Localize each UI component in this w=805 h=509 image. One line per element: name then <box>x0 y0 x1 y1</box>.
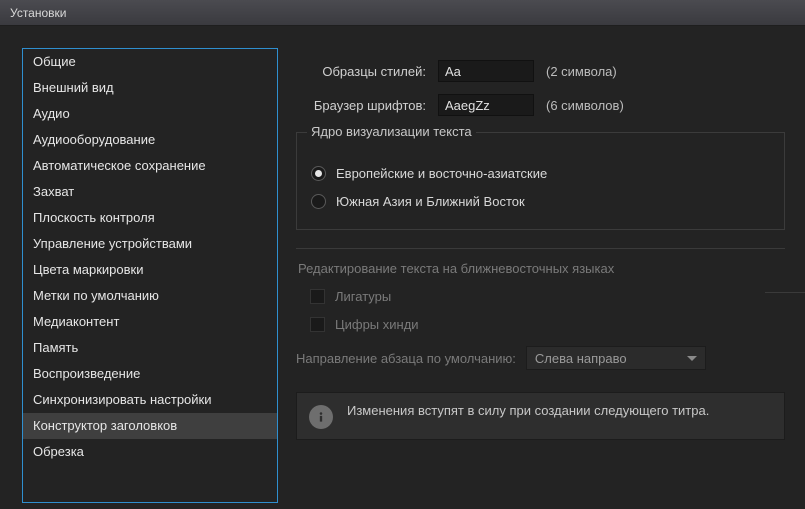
sidebar-item[interactable]: Память <box>23 335 277 361</box>
info-icon <box>309 405 333 429</box>
render-core-option-label: Южная Азия и Ближний Восток <box>336 194 525 209</box>
render-core-option-label: Европейские и восточно-азиатские <box>336 166 547 181</box>
render-core-title: Ядро визуализации текста <box>307 124 476 139</box>
sidebar-item[interactable]: Цвета маркировки <box>23 257 277 283</box>
sidebar-item[interactable]: Общие <box>23 49 277 75</box>
style-samples-row: Образцы стилей: (2 символа) <box>296 54 785 88</box>
paragraph-direction-dropdown[interactable]: Слева направо <box>526 346 706 370</box>
radio-icon <box>311 166 326 181</box>
sidebar-item[interactable]: Автоматическое сохранение <box>23 153 277 179</box>
font-browser-label: Браузер шрифтов: <box>296 98 426 113</box>
ligatures-label: Лигатуры <box>335 289 391 304</box>
paragraph-direction-row: Направление абзаца по умолчанию: Слева н… <box>296 346 785 370</box>
checkbox-icon <box>310 317 325 332</box>
body: ОбщиеВнешний видАудиоАудиооборудованиеАв… <box>0 26 805 509</box>
category-sidebar: ОбщиеВнешний видАудиоАудиооборудованиеАв… <box>22 48 278 503</box>
sidebar-item[interactable]: Синхронизировать настройки <box>23 387 277 413</box>
divider <box>765 292 805 293</box>
font-browser-input[interactable] <box>438 94 534 116</box>
sidebar-item[interactable]: Внешний вид <box>23 75 277 101</box>
chevron-down-icon <box>687 356 697 361</box>
sidebar-item[interactable]: Обрезка <box>23 439 277 465</box>
render-core-group: Ядро визуализации текста Европейские и в… <box>296 132 785 230</box>
paragraph-direction-label: Направление абзаца по умолчанию: <box>296 351 516 366</box>
ligatures-checkbox-row[interactable]: Лигатуры <box>296 282 785 310</box>
sidebar-item[interactable]: Метки по умолчанию <box>23 283 277 309</box>
style-samples-label: Образцы стилей: <box>296 64 426 79</box>
me-editing-group: Редактирование текста на ближневосточных… <box>296 248 785 370</box>
sidebar-item[interactable]: Аудиооборудование <box>23 127 277 153</box>
hindi-digits-label: Цифры хинди <box>335 317 419 332</box>
info-text: Изменения вступят в силу при создании сл… <box>347 403 709 418</box>
sidebar-item[interactable]: Конструктор заголовков <box>23 413 277 439</box>
radio-icon <box>311 194 326 209</box>
preferences-window: Установки ОбщиеВнешний видАудиоАудиообор… <box>0 0 805 509</box>
render-core-option-euro[interactable]: Европейские и восточно-азиатские <box>311 159 770 187</box>
titlebar: Установки <box>0 0 805 26</box>
font-browser-hint: (6 символов) <box>546 98 624 113</box>
checkbox-icon <box>310 289 325 304</box>
window-title: Установки <box>10 6 66 20</box>
style-samples-input[interactable] <box>438 60 534 82</box>
sidebar-item[interactable]: Управление устройствами <box>23 231 277 257</box>
sidebar-item[interactable]: Медиаконтент <box>23 309 277 335</box>
sidebar-item[interactable]: Аудио <box>23 101 277 127</box>
render-core-option-me[interactable]: Южная Азия и Ближний Восток <box>311 187 770 215</box>
style-samples-hint: (2 символа) <box>546 64 617 79</box>
font-browser-row: Браузер шрифтов: (6 символов) <box>296 88 785 122</box>
main-panel: Образцы стилей: (2 символа) Браузер шриф… <box>296 48 805 509</box>
info-banner: Изменения вступят в силу при создании сл… <box>296 392 785 440</box>
sidebar-item[interactable]: Захват <box>23 179 277 205</box>
paragraph-direction-value: Слева направо <box>535 351 627 366</box>
sidebar-item[interactable]: Плоскость контроля <box>23 205 277 231</box>
hindi-digits-checkbox-row[interactable]: Цифры хинди <box>296 310 785 338</box>
sidebar-item[interactable]: Воспроизведение <box>23 361 277 387</box>
me-editing-title: Редактирование текста на ближневосточных… <box>298 261 785 276</box>
